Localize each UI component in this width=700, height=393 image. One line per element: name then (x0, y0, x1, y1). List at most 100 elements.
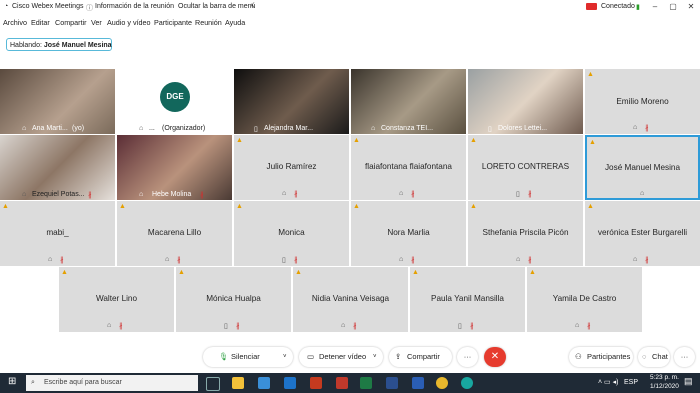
more-options-button[interactable]: ··· (457, 347, 478, 367)
video-tile[interactable]: ▲ Sthefania Priscila Picón ⌂ ∦ (468, 201, 583, 266)
participants-button[interactable]: ⚇ Participantes (569, 347, 633, 367)
file-explorer-icon[interactable] (232, 377, 244, 389)
participant-name: mabi_ (46, 228, 69, 237)
edge-icon[interactable] (386, 377, 398, 389)
video-tile[interactable]: ▲ Yamila De Castro ⌂ ∦ (527, 267, 642, 332)
share-button[interactable]: ⇪ Compartir (389, 347, 452, 367)
language-indicator[interactable]: ESP (624, 379, 638, 386)
menu-reunion[interactable]: Reunión (195, 18, 222, 27)
video-tile[interactable]: ⌂ Hebe Molina ∦ (117, 135, 232, 200)
video-tile[interactable]: ▲ Mónica Hualpa ▯ ∦ (176, 267, 291, 332)
acrobat-icon[interactable] (336, 377, 348, 389)
video-tile[interactable]: ▯ Alejandra Mar... (234, 69, 349, 134)
audio-icon: ⌂ (139, 125, 144, 132)
video-tile[interactable]: ▯ Dolores Lettei... (468, 69, 583, 134)
menu-ayuda[interactable]: Ayuda (225, 18, 245, 27)
menu-bar: Archivo Editar Compartir Ver Audio y víd… (0, 15, 700, 29)
audio-icon: ⌂ (633, 124, 638, 131)
video-tile[interactable]: ▲ Nidia Vanina Veisaga ⌂ ∦ (293, 267, 408, 332)
muted-mic-icon: ∦ (353, 323, 357, 330)
taskbar-search[interactable]: ⌕ Escribe aquí para buscar (26, 375, 198, 391)
chevron-down-icon[interactable]: ˅ (283, 347, 287, 367)
mute-label: Silenciar (231, 352, 260, 361)
chrome-icon[interactable] (436, 377, 448, 389)
video-tile[interactable]: ▲ Paula Yanil Mansilla ▯ ∦ (410, 267, 525, 332)
warning-icon: ▲ (353, 137, 360, 144)
active-speaker-tile[interactable]: ▲ José Manuel Mesina ⌂ (585, 135, 700, 200)
muted-mic-icon: ∦ (411, 191, 415, 198)
muted-mic-icon: ∦ (587, 323, 591, 330)
video-tile[interactable]: ▲ Monica ▯ ∦ (234, 201, 349, 266)
warning-icon: ▲ (587, 203, 594, 210)
muted-mic-icon: ∦ (294, 257, 298, 264)
video-tile[interactable]: ▲ Emilio Moreno ⌂ ∦ (585, 69, 700, 134)
overflow-button[interactable]: ··· (674, 347, 695, 367)
task-view-icon[interactable] (206, 377, 220, 391)
webex-taskbar-icon[interactable] (461, 377, 473, 389)
video-tile[interactable]: ▲ Walter Lino ⌂ ∦ (59, 267, 174, 332)
menu-editar[interactable]: Editar (31, 18, 50, 27)
audio-icon: ⌂ (575, 322, 580, 329)
video-label: Detener vídeo (319, 352, 367, 361)
muted-mic-icon: ∦ (60, 257, 64, 264)
video-tile[interactable]: ▲ Macarena Lillo ⌂ ∦ (117, 201, 232, 266)
minimize-button[interactable]: – (646, 0, 664, 14)
chevron-up-icon[interactable]: ˄ (250, 3, 254, 10)
device-icon: ▯ (516, 191, 520, 198)
warning-icon: ▲ (236, 137, 243, 144)
maximize-button[interactable]: ▢ (664, 0, 682, 14)
notifications-icon[interactable]: ▤ (684, 376, 693, 387)
muted-mic-icon: ∦ (88, 192, 92, 199)
excel-icon[interactable] (360, 377, 372, 389)
chat-icon: ◌ (642, 352, 647, 361)
end-meeting-button[interactable]: ✕ (484, 347, 506, 367)
participant-name: Nidia Vanina Veisaga (311, 294, 390, 303)
video-tile[interactable]: ⌂ Ezequiel Potas... ∦ (0, 135, 115, 200)
taskbar: ⊞ ⌕ Escribe aquí para buscar ˄ ▭ ◂) ESP … (0, 373, 700, 393)
video-tile[interactable]: ▲ Julio Ramírez ⌂ ∦ (234, 135, 349, 200)
audio-icon: ⌂ (633, 256, 638, 263)
hide-menu-link[interactable]: Ocultar la barra de menú (178, 3, 255, 10)
menu-ver[interactable]: Ver (91, 18, 102, 27)
device-icon: ▯ (254, 126, 258, 133)
participants-label: Participantes (587, 352, 631, 361)
menu-compartir[interactable]: Compartir (55, 18, 87, 27)
word-icon[interactable] (412, 377, 424, 389)
participant-name: Nora Marlia (387, 228, 430, 237)
close-button[interactable]: ✕ (682, 0, 700, 14)
connection-status: Conectado (601, 3, 635, 10)
audio-icon: ⌂ (139, 191, 144, 198)
webex-logo-icon: ◔ (4, 3, 9, 10)
windows-start-icon[interactable]: ⊞ (8, 376, 16, 387)
mail-icon[interactable] (284, 377, 296, 389)
video-tile[interactable]: DGE ⌂ ... (Organizador) (117, 69, 232, 134)
video-tile[interactable]: ▲ verónica Ester Burgarelli ⌂ ∦ (585, 201, 700, 266)
participant-name: Walter Lino (95, 294, 138, 303)
clock-date[interactable]: 1/12/2020 (650, 383, 679, 390)
meeting-info-link[interactable]: Información de la reunión (95, 3, 174, 10)
video-tile[interactable]: ▲ flaiafontana flaiafontana ⌂ ∦ (351, 135, 466, 200)
muted-mic-icon: ∦ (470, 323, 474, 330)
video-tile[interactable]: ▲ mabi_ ⌂ ∦ (0, 201, 115, 266)
stop-video-button[interactable]: ▭ Detener vídeo ˅ (299, 347, 383, 367)
participant-name: Ana Marti... (32, 125, 68, 132)
clock-time[interactable]: 5:23 p. m. (650, 374, 679, 381)
chat-label: Chat (652, 352, 668, 361)
warning-icon: ▲ (119, 203, 126, 210)
video-tile[interactable]: ⌂ Ana Marti... (yo) (0, 69, 115, 134)
chevron-down-icon[interactable]: ˅ (373, 347, 377, 367)
powerpoint-icon[interactable] (310, 377, 322, 389)
menu-archivo[interactable]: Archivo (3, 18, 27, 27)
participant-name: Yamila De Castro (552, 294, 617, 303)
video-tile[interactable]: ⌂ Constanza TEI... (351, 69, 466, 134)
video-tile[interactable]: ▲ Nora Marlia ⌂ ∦ (351, 201, 466, 266)
video-tile[interactable]: ▲ LORETO CONTRERAS ▯ ∦ (468, 135, 583, 200)
mute-button[interactable]: 🎙 Silenciar ˅ (203, 347, 293, 367)
tray-icons[interactable]: ˄ ▭ ◂) (598, 378, 618, 386)
muted-mic-icon: ∦ (177, 257, 181, 264)
warning-icon: ▲ (412, 269, 419, 276)
menu-audio-video[interactable]: Audio y vídeo (107, 18, 151, 27)
store-icon[interactable] (258, 377, 270, 389)
menu-participante[interactable]: Participante (154, 18, 192, 27)
chat-button[interactable]: ◌ Chat (638, 347, 670, 367)
